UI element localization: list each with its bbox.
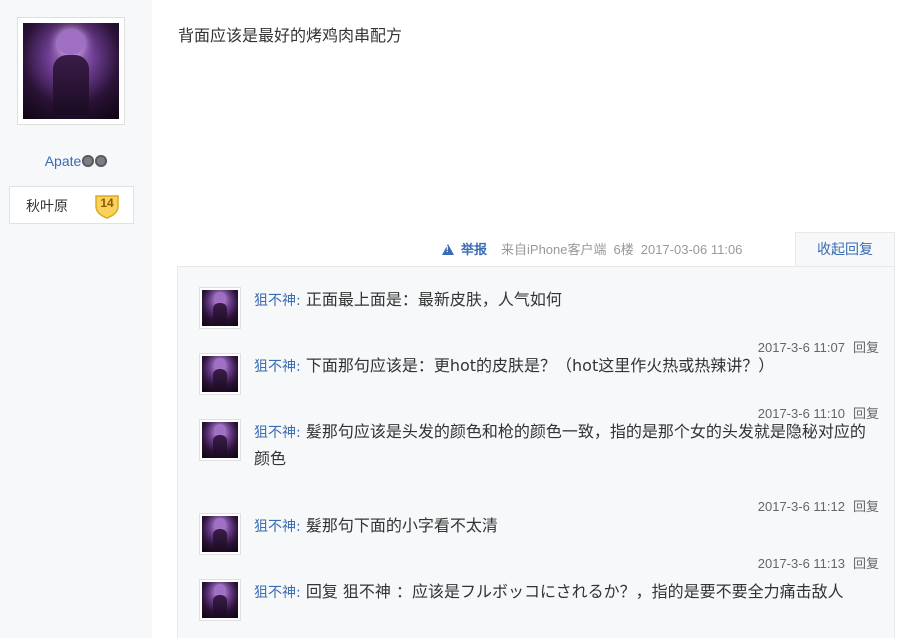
reply-content: 髮那句下面的小字看不太清 bbox=[305, 516, 498, 535]
reply-avatar[interactable] bbox=[199, 353, 241, 395]
reply-meta: 2017-3-6 11:13 回复 bbox=[758, 553, 879, 572]
post-tail-info: 举报来自iPhone客户端 6楼 2017-03-06 11:06 bbox=[442, 239, 749, 258]
reply-username[interactable]: 狙不神: bbox=[254, 585, 301, 601]
avatar-image bbox=[23, 23, 119, 119]
reply-text: 狙不神: 正面最上面是：最新皮肤，人气如何 bbox=[254, 287, 869, 314]
reply-avatar[interactable] bbox=[199, 419, 241, 461]
avatar-image bbox=[202, 422, 238, 458]
level-badge-icon: 14 bbox=[92, 190, 122, 220]
author-username[interactable]: Apate bbox=[45, 153, 82, 169]
reply-time: 2017-3-6 11:12 bbox=[757, 499, 845, 514]
reply-username[interactable]: 狙不神: bbox=[254, 519, 301, 535]
author-username-row: Apate bbox=[0, 151, 152, 172]
reply-content: 下面那句应该是：更hot的皮肤是？（hot这里作火热或热辣讲？） bbox=[305, 356, 775, 375]
reply-list: 狙不神: 正面最上面是：最新皮肤，人气如何 2017-3-6 11:07 回复 狙… bbox=[177, 266, 895, 638]
author-sidebar: Apate 秋叶原 14 bbox=[0, 0, 152, 638]
reply-avatar[interactable] bbox=[199, 513, 241, 555]
reply-username[interactable]: 狙不神: bbox=[254, 359, 301, 375]
reply-content: 正面最上面是：最新皮肤，人气如何 bbox=[305, 290, 562, 309]
reply-username[interactable]: 狙不神: bbox=[254, 425, 301, 441]
reply-text: 狙不神: 髮那句下面的小字看不太清 bbox=[254, 513, 869, 540]
reply-content: 髮那句应该是头发的颜色和枪的颜色一致，指的是那个女的头发就是隐秘对应的颜色 bbox=[254, 422, 866, 468]
reply-avatar[interactable] bbox=[199, 287, 241, 329]
reply-content: 回复 狙不神 ：应该是フルボッコにされるか？，指的是要不要全力痛击敌人 bbox=[305, 582, 844, 601]
post-client: 来自iPhone客户端 bbox=[501, 242, 607, 257]
report-label: 举报 bbox=[461, 242, 488, 257]
post-content: 背面应该是最好的烤鸡肉串配方 bbox=[178, 26, 403, 45]
collapse-replies-button[interactable]: 收起回复 bbox=[795, 232, 895, 266]
level-number: 14 bbox=[100, 196, 114, 210]
avatar-image bbox=[202, 582, 238, 618]
member-badge-icon[interactable] bbox=[95, 155, 108, 167]
post-floor: 6楼 bbox=[613, 242, 634, 257]
author-avatar[interactable] bbox=[17, 17, 125, 125]
reply-text: 狙不神: 髮那句应该是头发的颜色和枪的颜色一致，指的是那个女的头发就是隐秘对应的… bbox=[254, 419, 869, 472]
reply-button[interactable]: 回复 bbox=[853, 499, 879, 514]
warning-icon bbox=[442, 244, 454, 255]
report-link[interactable]: 举报 bbox=[442, 242, 494, 257]
reply-time: 2017-3-6 11:13 bbox=[757, 556, 845, 571]
post-time: 2017-03-06 11:06 bbox=[640, 242, 743, 257]
member-badge-icon[interactable] bbox=[82, 155, 95, 167]
reply-username[interactable]: 狙不神: bbox=[254, 293, 301, 309]
avatar-image bbox=[202, 356, 238, 392]
forum-level-card[interactable]: 秋叶原 14 bbox=[9, 186, 134, 224]
avatar-image bbox=[202, 290, 238, 326]
level-name: 秋叶原 bbox=[26, 199, 68, 215]
reply-text: 狙不神: 下面那句应该是：更hot的皮肤是？（hot这里作火热或热辣讲？） bbox=[254, 353, 869, 380]
avatar-image bbox=[202, 516, 238, 552]
reply-text: 狙不神: 回复 狙不神 ：应该是フルボッコにされるか？，指的是要不要全力痛击敌人 bbox=[254, 579, 869, 606]
reply-button[interactable]: 回复 bbox=[853, 556, 879, 571]
reply-avatar[interactable] bbox=[199, 579, 241, 621]
